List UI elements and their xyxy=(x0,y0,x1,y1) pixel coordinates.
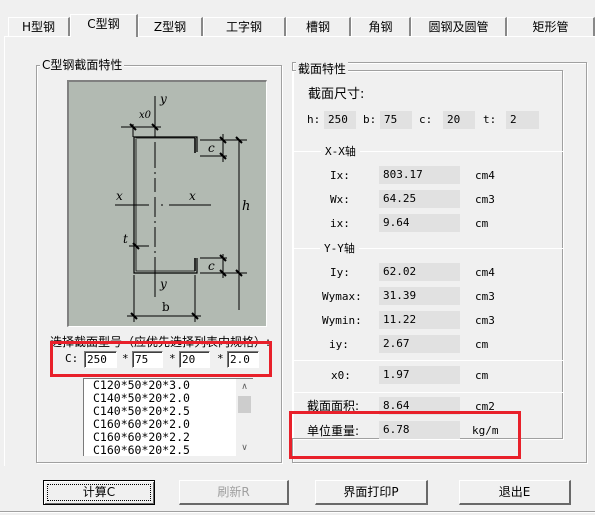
section-diagram: y x0 c x x h t c y b xyxy=(67,80,267,327)
area-separator xyxy=(293,392,563,393)
tab-label: 工字钢 xyxy=(225,20,262,34)
dim-b-value: 75 xyxy=(380,111,412,129)
radius-y-value: 2.67 xyxy=(379,335,460,353)
scroll-up-icon[interactable]: ∧ xyxy=(236,379,253,395)
ix-unit: cm4 xyxy=(475,169,495,182)
dim-c-value: 20 xyxy=(443,111,475,129)
tab-z-steel[interactable]: Z型钢 xyxy=(138,17,203,36)
wx-value: 64.25 xyxy=(379,190,460,208)
x0-value: 1.97 xyxy=(379,366,460,384)
radius-x-unit: cm xyxy=(475,217,489,230)
list-scrollbar[interactable]: ∧ ∨ xyxy=(236,379,253,456)
scroll-thumb[interactable] xyxy=(238,396,251,413)
tab-rect-tube[interactable]: 矩形管 xyxy=(507,17,595,36)
xx-axis-title: X-X轴 xyxy=(321,145,360,159)
h-label: h xyxy=(242,199,251,214)
exit-button-label: 退出E xyxy=(498,485,531,499)
tab-round[interactable]: 圆钢及圆管 xyxy=(411,17,507,36)
wx-unit: cm3 xyxy=(475,193,495,206)
wymin-label: Wymin: xyxy=(322,314,362,327)
dim-c-label: c: xyxy=(419,113,433,126)
yy-axis-title: Y-Y轴 xyxy=(320,242,359,256)
t-label: t xyxy=(123,232,128,246)
dim-h-label: h: xyxy=(307,113,321,126)
c-top-label: c xyxy=(208,141,215,155)
c-section-drawing xyxy=(115,96,247,322)
unit-weight-highlight xyxy=(289,411,521,459)
tab-label: Z型钢 xyxy=(153,20,187,34)
left-group-title: C型钢截面特性 xyxy=(40,58,125,72)
scroll-down-icon[interactable]: ∨ xyxy=(236,440,253,456)
x0-separator xyxy=(293,360,563,361)
tab-channel[interactable]: 槽钢 xyxy=(286,17,351,36)
c-bottom-label: c xyxy=(208,259,215,273)
x-axis-label-left: x xyxy=(116,189,123,203)
wymax-unit: cm3 xyxy=(475,290,495,303)
ix-label: Ix: xyxy=(330,169,350,182)
y-axis-label-bottom: y xyxy=(160,277,167,291)
tab-label: 角钢 xyxy=(368,20,393,34)
iy-unit: cm4 xyxy=(475,266,495,279)
iy-value: 62.02 xyxy=(379,263,460,281)
dims-title: 截面尺寸: xyxy=(308,87,365,102)
dim-t-label: t: xyxy=(483,113,497,126)
calculate-button[interactable]: 计算C xyxy=(43,480,155,505)
wymax-value: 31.39 xyxy=(379,287,460,305)
x-axis-label-right: x xyxy=(189,189,196,203)
ix-value: 803.17 xyxy=(379,166,460,184)
tab-label: 圆钢及圆管 xyxy=(428,20,489,34)
wx-label: Wx: xyxy=(330,193,350,206)
refresh-button[interactable]: 刷新R xyxy=(179,480,289,505)
b-label: b xyxy=(162,300,170,314)
x0-unit: cm xyxy=(475,369,489,382)
tab-i-beam[interactable]: 工字钢 xyxy=(203,17,286,36)
wymin-unit: cm3 xyxy=(475,314,495,327)
iy-label: Iy: xyxy=(330,266,350,279)
tab-label: 槽钢 xyxy=(305,20,330,34)
x0-label: x0 xyxy=(139,110,152,121)
radius-y-unit: cm xyxy=(475,338,489,351)
dim-t-value: 2 xyxy=(506,111,539,129)
tab-label: C型钢 xyxy=(87,17,120,31)
bottom-divider xyxy=(0,511,595,513)
refresh-button-label: 刷新R xyxy=(217,485,250,499)
wymin-value: 11.22 xyxy=(379,311,460,329)
list-item[interactable]: C160*60*20*2.5 xyxy=(84,444,253,457)
spec-listbox[interactable]: C120*50*20*3.0 C140*50*20*2.0 C140*50*20… xyxy=(83,378,253,456)
exit-button[interactable]: 退出E xyxy=(459,480,571,505)
dim-h-value: 250 xyxy=(324,111,356,129)
right-group-title: 截面特性 xyxy=(296,62,349,76)
tab-angle[interactable]: 角钢 xyxy=(351,17,411,36)
radius-y-label: iy: xyxy=(329,338,349,351)
print-button[interactable]: 界面打印P xyxy=(315,480,428,505)
tab-label: 矩形管 xyxy=(532,20,569,34)
radius-x-value: 9.64 xyxy=(379,214,460,232)
tab-h-steel[interactable]: H型钢 xyxy=(8,17,70,36)
dim-b-label: b: xyxy=(363,113,377,126)
print-button-label: 界面打印P xyxy=(343,485,399,499)
spec-input-highlight xyxy=(50,341,272,377)
y-axis-label-top: y xyxy=(160,92,167,106)
tab-c-steel[interactable]: C型钢 xyxy=(70,14,138,37)
focus-rect xyxy=(47,484,151,501)
wymax-label: Wymax: xyxy=(322,290,362,303)
radius-x-label: ix: xyxy=(330,217,350,230)
x0-label: x0: xyxy=(331,369,351,382)
tab-label: H型钢 xyxy=(21,20,56,34)
